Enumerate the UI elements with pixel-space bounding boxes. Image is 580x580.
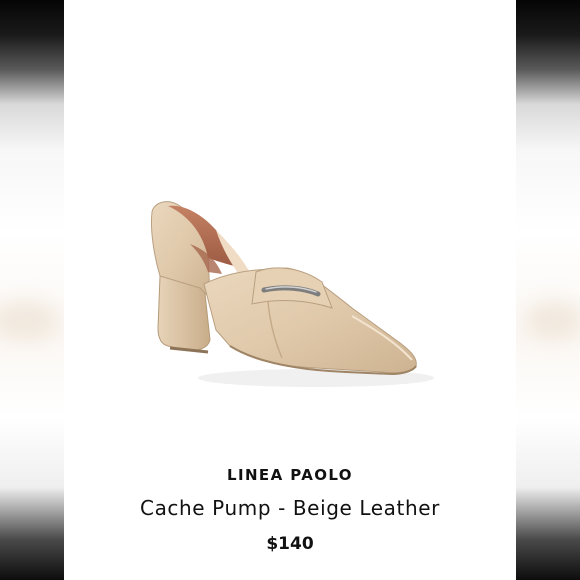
brand-name[interactable]: LINEA PAOLO xyxy=(64,466,516,484)
product-image[interactable] xyxy=(146,190,436,410)
blurred-background-right xyxy=(516,0,580,580)
product-title[interactable]: Cache Pump - Beige Leather xyxy=(64,496,516,520)
blurred-background-left xyxy=(0,0,64,580)
product-card[interactable]: LINEA PAOLO Cache Pump - Beige Leather $… xyxy=(64,0,516,580)
post-canvas: LINEA PAOLO Cache Pump - Beige Leather $… xyxy=(0,0,580,580)
product-price: $140 xyxy=(266,534,314,554)
